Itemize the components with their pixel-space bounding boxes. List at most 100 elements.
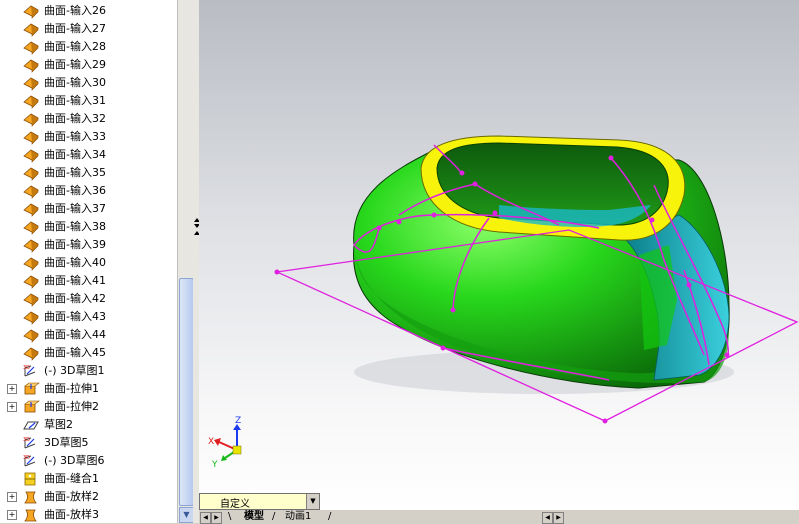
- imported-surface-icon: [22, 255, 40, 271]
- tree-item[interactable]: 3D 3D草图5: [0, 434, 177, 452]
- tree-item-label: 曲面-输入27: [44, 22, 106, 35]
- tree-item[interactable]: 曲面-输入27: [0, 20, 177, 38]
- hscroll-right-icon[interactable]: ▶: [553, 512, 564, 524]
- tree-item[interactable]: 曲面-输入42: [0, 290, 177, 308]
- imported-surface-icon: [22, 147, 40, 163]
- surface-extrude-icon: [22, 381, 40, 397]
- tab-next-icon[interactable]: ▶: [211, 512, 222, 524]
- tree-item-label: 曲面-输入32: [44, 112, 106, 125]
- tree-item-label: 草图2: [44, 418, 73, 431]
- expand-plus-icon[interactable]: +: [7, 384, 17, 394]
- tree-item-label: (-) 3D草图6: [44, 454, 105, 467]
- expand-plus-icon[interactable]: +: [7, 510, 17, 520]
- imported-surface-icon: [22, 201, 40, 217]
- tree-item[interactable]: 曲面-输入45: [0, 344, 177, 362]
- tab-separator: /: [272, 511, 276, 522]
- tree-item[interactable]: 曲面-输入26: [0, 2, 177, 20]
- tree-item-label: 曲面-放样3: [44, 508, 99, 521]
- surface-loft-icon: [22, 489, 40, 505]
- tree-item[interactable]: 曲面-输入35: [0, 164, 177, 182]
- tree-item[interactable]: 曲面-输入37: [0, 200, 177, 218]
- triad-z-label: Z: [235, 416, 241, 426]
- tree-item-label: 曲面-拉伸1: [44, 382, 99, 395]
- sketch-icon: [22, 417, 40, 433]
- tree-item[interactable]: 3D (-) 3D草图1: [0, 362, 177, 380]
- imported-surface-icon: [22, 93, 40, 109]
- tree-item-label: 曲面-输入39: [44, 238, 106, 251]
- tree-scrollbar[interactable]: ▼: [177, 0, 194, 523]
- tree-item[interactable]: 曲面-输入43: [0, 308, 177, 326]
- configuration-dropdown[interactable]: 自定义 ▼: [199, 493, 320, 510]
- tree-item-label: 曲面-输入29: [44, 58, 106, 71]
- tree-item[interactable]: 草图2: [0, 416, 177, 434]
- tree-item-label: 曲面-输入33: [44, 130, 106, 143]
- 3d-sketch-icon: 3D: [22, 453, 40, 469]
- imported-surface-icon: [22, 237, 40, 253]
- triad-y-label: Y: [211, 460, 218, 470]
- expand-plus-icon[interactable]: +: [7, 402, 17, 412]
- imported-surface-icon: [22, 219, 40, 235]
- hscroll-left-icon[interactable]: ◀: [542, 512, 553, 524]
- tree-item[interactable]: 曲面-输入34: [0, 146, 177, 164]
- imported-surface-icon: [22, 165, 40, 181]
- tree-item-label: 曲面-输入40: [44, 256, 106, 269]
- surface-loft-icon: [22, 507, 40, 523]
- graphics-viewport[interactable]: Z X Y: [199, 0, 799, 510]
- tree-item[interactable]: 曲面-输入33: [0, 128, 177, 146]
- svg-text:3D: 3D: [23, 437, 30, 443]
- tree-item[interactable]: + 曲面-放样3: [0, 506, 177, 523]
- imported-surface-icon: [22, 39, 40, 55]
- imported-surface-icon: [22, 327, 40, 343]
- imported-surface-icon: [22, 21, 40, 37]
- tree-item-label: 曲面-输入43: [44, 310, 106, 323]
- tree-item-label: 曲面-输入30: [44, 76, 106, 89]
- tree-item-label: (-) 3D草图1: [44, 364, 105, 377]
- tree-item[interactable]: 曲面-输入36: [0, 182, 177, 200]
- imported-surface-icon: [22, 57, 40, 73]
- tab-separator: /: [328, 511, 332, 522]
- tree-item[interactable]: 曲面-输入39: [0, 236, 177, 254]
- imported-surface-icon: [22, 75, 40, 91]
- tab-model[interactable]: 模型: [244, 511, 264, 523]
- tree-item-label: 3D草图5: [44, 436, 89, 449]
- tree-item[interactable]: 曲面-缝合1: [0, 470, 177, 488]
- tree-item[interactable]: 曲面-输入32: [0, 110, 177, 128]
- imported-surface-icon: [22, 345, 40, 361]
- scrollbar-thumb[interactable]: [179, 278, 194, 506]
- feature-manager-tree: 曲面-输入26 曲面-输入27 曲面-输入28 曲面-输入29 曲面-输入30 曲面-输入…: [0, 0, 177, 523]
- tree-item[interactable]: + 曲面-放样2: [0, 488, 177, 506]
- tree-item[interactable]: 曲面-输入44: [0, 326, 177, 344]
- tree-item-label: 曲面-放样2: [44, 490, 99, 503]
- surface-extrude-icon: [22, 399, 40, 415]
- tree-item[interactable]: 曲面-输入28: [0, 38, 177, 56]
- tree-item[interactable]: 曲面-输入40: [0, 254, 177, 272]
- configuration-value: 自定义: [220, 499, 250, 510]
- tree-item-label: 曲面-输入44: [44, 328, 106, 341]
- tree-item[interactable]: 曲面-输入30: [0, 74, 177, 92]
- tree-item-label: 曲面-输入37: [44, 202, 106, 215]
- tree-item[interactable]: 曲面-输入41: [0, 272, 177, 290]
- tree-item[interactable]: + 曲面-拉伸1: [0, 380, 177, 398]
- tree-item[interactable]: 曲面-输入38: [0, 218, 177, 236]
- tree-item-label: 曲面-输入36: [44, 184, 106, 197]
- tree-item-label: 曲面-输入31: [44, 94, 106, 107]
- 3d-sketch-icon: 3D: [22, 435, 40, 451]
- surface-knit-icon: [22, 471, 40, 487]
- imported-surface-icon: [22, 129, 40, 145]
- tab-prev-icon[interactable]: ◀: [200, 512, 211, 524]
- tab-animation[interactable]: 动画1: [285, 511, 311, 523]
- scroll-down-arrow-icon[interactable]: ▼: [179, 507, 194, 523]
- imported-surface-icon: [22, 3, 40, 19]
- tree-item-label: 曲面-输入41: [44, 274, 106, 287]
- tree-item[interactable]: 曲面-输入31: [0, 92, 177, 110]
- axis-triad[interactable]: Z X Y: [208, 416, 242, 470]
- chevron-down-icon[interactable]: ▼: [306, 494, 319, 509]
- tab-separator: \: [228, 511, 232, 522]
- tree-item[interactable]: 曲面-输入29: [0, 56, 177, 74]
- imported-surface-icon: [22, 309, 40, 325]
- tree-item[interactable]: 3D (-) 3D草图6: [0, 452, 177, 470]
- imported-surface-icon: [22, 273, 40, 289]
- tree-item[interactable]: + 曲面-拉伸2: [0, 398, 177, 416]
- tree-item-label: 曲面-拉伸2: [44, 400, 99, 413]
- expand-plus-icon[interactable]: +: [7, 492, 17, 502]
